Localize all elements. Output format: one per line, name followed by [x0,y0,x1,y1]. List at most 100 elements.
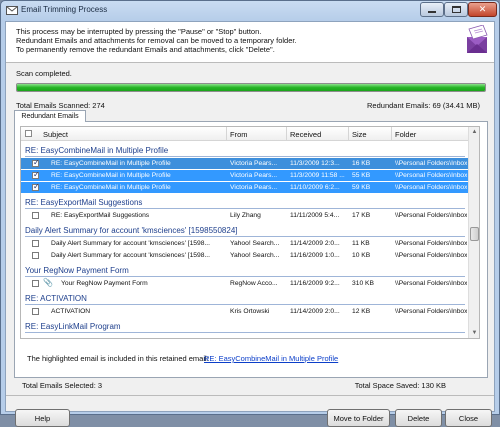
attachment-icon: 📎 [43,278,53,287]
tab-redundant-emails[interactable]: Redundant Emails [14,110,86,122]
email-logo-icon [463,24,491,55]
group-title: RE: EasyCombineMail in Multiple Profile [25,146,169,155]
cell-subject: Daily Alert Summary for account 'kmscien… [51,251,211,259]
close-icon: ✕ [478,4,487,14]
column-from[interactable]: From [230,130,248,139]
cell-received: 11/10/2009 6:2... [290,183,340,191]
column-divider[interactable] [391,127,392,141]
total-emails-selected: Total Emails Selected: 3 [22,381,103,390]
scroll-down-icon[interactable]: ▼ [470,328,479,338]
cell-received: 11/3/2009 11:58 ... [290,171,345,179]
group-title: RE: EasyExportMail Suggestions [25,198,143,207]
cell-received: 11/14/2009 2:0... [290,239,340,247]
cell-subject: ACTIVATION [51,307,91,315]
column-divider[interactable] [286,127,287,141]
cell-received: 11/16/2009 1:0... [290,251,340,259]
total-emails-scanned: Total Emails Scanned: 274 [16,101,105,110]
scroll-thumb[interactable] [470,227,479,241]
group-underline [25,236,465,237]
row-checkbox[interactable] [32,308,39,315]
row-checkbox[interactable] [32,212,39,219]
cell-subject: Daily Alert Summary for account 'kmscien… [51,239,211,247]
cell-subject: RE: EasyCombineMail in Multiple Profile [51,171,171,179]
cell-folder: \\Personal Folders\Inbox [395,171,467,179]
redundant-emails-panel: Subject From Received Size Folder RE: Ea… [14,121,488,378]
emails-grid: Subject From Received Size Folder RE: Ea… [20,126,480,339]
total-space-saved: Total Space Saved: 130 KB [354,381,446,390]
cell-from: Kris Ortowski [230,307,270,315]
column-size[interactable]: Size [352,130,367,139]
cell-size: 17 KB [352,211,371,219]
delete-button[interactable]: Delete [395,409,442,427]
table-row[interactable]: ACTIVATION Kris Ortowski 11/14/2009 2:0...… [21,306,469,317]
cell-folder: \\Personal Folders\Inbox [395,211,467,219]
column-received[interactable]: Received [290,130,321,139]
app-envelope-icon [6,5,18,16]
cell-subject: RE: EasyCombineMail in Multiple Profile [51,183,171,191]
cell-size: 11 KB [352,239,370,247]
cell-size: 55 KB [352,171,371,179]
move-to-folder-button[interactable]: Move to Folder [327,409,390,427]
cell-size: 12 KB [352,307,371,315]
group-header[interactable]: RE: ACTIVATION [21,292,469,305]
grid-scrollbar[interactable]: ▲ ▼ [468,127,479,338]
header-divider [6,62,494,63]
group-header[interactable]: RE: EasyExportMail Suggestions [21,196,469,209]
retained-email-info: The highlighted email is included in thi… [27,354,209,363]
cell-from: Victoria Pears... [230,171,278,179]
table-row[interactable]: RE: EasyCombineMail in Multiple Profile V… [21,158,469,169]
scan-status-text: Scan completed. [16,69,72,78]
close-window-button[interactable]: ✕ [468,2,497,17]
group-title: Your RegNow Payment Form [25,266,129,275]
title-bar: Email Trimming Process ✕ [1,1,499,20]
table-row[interactable]: Daily Alert Summary for account 'kmscien… [21,238,469,249]
column-divider[interactable] [226,127,227,141]
cell-received: 11/3/2009 12:3... [290,159,340,167]
table-row[interactable]: RE: EasyExportMail Suggestions Lily Zhang… [21,210,469,221]
cell-folder: \\Personal Folders\Inbox [395,183,467,191]
select-all-checkbox[interactable] [25,130,32,137]
help-button[interactable]: Help [15,409,70,427]
group-underline [25,208,465,209]
group-header[interactable]: Your RegNow Payment Form [21,264,469,277]
row-checkbox[interactable] [32,158,40,167]
cell-received: 11/14/2009 2:0... [290,307,340,315]
close-button[interactable]: Close [445,409,492,427]
cell-folder: \\Personal Folders\Inbox [395,251,467,259]
row-checkbox[interactable] [32,240,39,247]
scroll-up-icon[interactable]: ▲ [470,127,479,137]
group-header[interactable]: Daily Alert Summary for account 'kmscien… [21,224,469,237]
footer-divider [6,395,494,396]
table-row[interactable]: Daily Alert Summary for account 'kmscien… [21,250,469,261]
column-subject[interactable]: Subject [43,130,68,139]
minimize-button[interactable] [420,2,444,17]
window-title: Email Trimming Process [21,5,108,14]
row-checkbox[interactable] [32,182,40,191]
cell-folder: \\Personal Folders\Inbox [395,279,467,287]
table-row[interactable]: 📎 Your RegNow Payment Form RegNow Acco... 1… [21,278,469,289]
cell-folder: \\Personal Folders\Inbox [395,307,467,315]
column-folder[interactable]: Folder [395,130,416,139]
grid-header: Subject From Received Size Folder [21,127,469,141]
group-header[interactable]: RE: EasyLinkMail Program [21,320,469,333]
cell-subject: Your RegNow Payment Form [61,279,148,287]
cell-folder: \\Personal Folders\Inbox [395,159,467,167]
group-underline [25,332,465,333]
row-checkbox[interactable] [32,170,40,179]
row-checkbox[interactable] [32,252,39,259]
row-checkbox[interactable] [32,280,39,287]
group-header[interactable]: RE: EasyCombineMail in Multiple Profile [21,144,469,157]
dialog-client: This process may be interrupted by press… [5,21,495,427]
column-divider[interactable] [348,127,349,141]
cell-from: Lily Zhang [230,211,261,219]
cell-from: RegNow Acco... [230,279,278,287]
group-title: RE: ACTIVATION [25,294,87,303]
group-underline [25,276,465,277]
table-row[interactable]: RE: EasyCombineMail in Multiple Profile V… [21,170,469,181]
group-title: RE: EasyLinkMail Program [25,322,121,331]
cell-subject: RE: EasyCombineMail in Multiple Profile [51,159,171,167]
retained-email-link[interactable]: RE: EasyCombineMail in Multiple Profile [204,354,338,363]
maximize-button[interactable] [444,2,468,17]
cell-from: Yahoo! Search... [230,251,280,259]
table-row[interactable]: RE: EasyCombineMail in Multiple Profile V… [21,182,469,193]
